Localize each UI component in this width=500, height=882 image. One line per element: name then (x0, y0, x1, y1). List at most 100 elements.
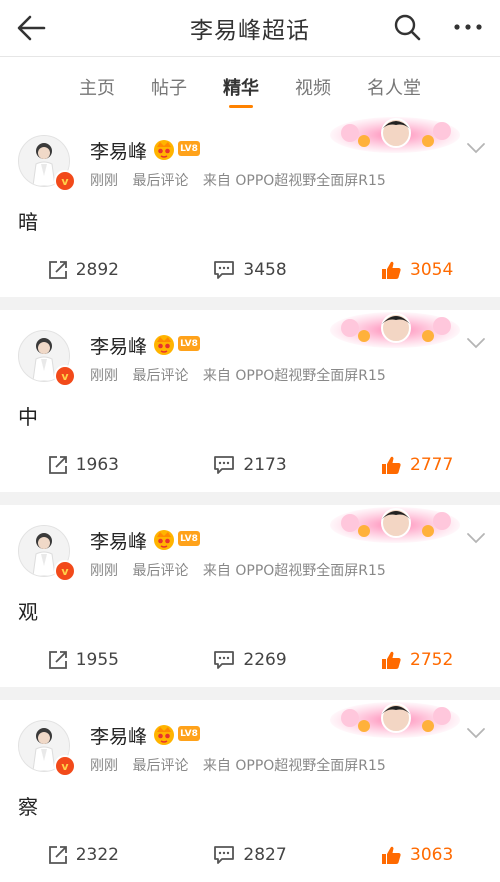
post-time: 刚刚 (90, 563, 118, 579)
verified-badge-icon: v (54, 560, 76, 582)
comment-icon (214, 456, 235, 474)
last-comment-label: 最后评论 (132, 173, 189, 189)
chevron-down-icon[interactable] (466, 141, 486, 155)
post-content[interactable]: 观 (18, 596, 38, 625)
last-comment-label: 最后评论 (132, 563, 189, 579)
level-badge: LV8 (178, 141, 200, 156)
post-feed: v 李易峰 LV8 刚刚 最后评论 来自 OPPO超视野全面屏R15 暗 289… (0, 115, 500, 882)
repost-button[interactable]: 1955 (0, 645, 167, 675)
post-card[interactable]: v 李易峰 LV8 刚刚 最后评论 来自 OPPO超视野全面屏R15 (0, 505, 500, 687)
tab-videos[interactable]: 视频 (295, 57, 331, 100)
like-button[interactable]: 2752 (333, 645, 500, 675)
crown-badge-icon (154, 140, 174, 160)
verified-badge-icon: v (54, 170, 76, 192)
post-time: 刚刚 (90, 758, 118, 774)
top-bar: 李易峰超话 (0, 0, 500, 56)
post-source: 来自 OPPO超视野全面屏R15 (202, 368, 386, 384)
like-button[interactable]: 3063 (333, 840, 500, 870)
like-count: 3054 (410, 260, 454, 280)
like-count: 2752 (410, 650, 454, 670)
comment-icon (214, 846, 235, 864)
verified-badge-icon: v (54, 755, 76, 777)
repost-count: 1955 (75, 650, 119, 670)
comment-count: 2269 (243, 650, 287, 670)
comment-button[interactable]: 2173 (167, 450, 334, 480)
search-icon[interactable] (392, 12, 422, 42)
thumbs-up-icon (382, 651, 401, 669)
fan-badge-decoration-icon (330, 117, 460, 153)
repost-icon (48, 261, 67, 279)
chevron-down-icon[interactable] (466, 531, 486, 545)
repost-button[interactable]: 2892 (0, 255, 167, 285)
post-content[interactable]: 暗 (18, 206, 38, 235)
crown-badge-icon (154, 530, 174, 550)
back-arrow-icon[interactable] (14, 12, 50, 44)
comment-count: 2173 (243, 455, 287, 475)
fan-badge-decoration-icon (330, 702, 460, 738)
thumbs-up-icon (382, 261, 401, 279)
author-name[interactable]: 李易峰 (90, 332, 147, 359)
post-source: 来自 OPPO超视野全面屏R15 (202, 758, 386, 774)
post-content[interactable]: 察 (18, 791, 38, 820)
tab-home[interactable]: 主页 (79, 57, 115, 100)
repost-icon (48, 651, 67, 669)
post-source: 来自 OPPO超视野全面屏R15 (202, 173, 386, 189)
post-card[interactable]: v 李易峰 LV8 刚刚 最后评论 来自 OPPO超视野全面屏R15 (0, 310, 500, 492)
verified-badge-icon: v (54, 365, 76, 387)
author-name[interactable]: 李易峰 (90, 722, 147, 749)
tab-bar: 主页 帖子 精华 视频 名人堂 (0, 56, 500, 115)
post-meta: 刚刚 最后评论 来自 OPPO超视野全面屏R15 (90, 560, 386, 580)
repost-icon (48, 846, 67, 864)
tab-posts[interactable]: 帖子 (151, 57, 187, 100)
post-card[interactable]: v 李易峰 LV8 刚刚 最后评论 来自 OPPO超视野全面屏R15 (0, 115, 500, 297)
post-actions: 1963 2173 2777 (0, 450, 500, 480)
more-options-icon[interactable] (450, 12, 486, 42)
post-time: 刚刚 (90, 368, 118, 384)
post-meta: 刚刚 最后评论 来自 OPPO超视野全面屏R15 (90, 365, 386, 385)
fan-badge-decoration-icon (330, 312, 460, 348)
level-badge: LV8 (178, 531, 200, 546)
comment-count: 3458 (243, 260, 287, 280)
level-badge: LV8 (178, 336, 200, 351)
like-count: 2777 (410, 455, 454, 475)
chevron-down-icon[interactable] (466, 726, 486, 740)
chevron-down-icon[interactable] (466, 336, 486, 350)
post-content[interactable]: 中 (18, 401, 38, 430)
post-meta: 刚刚 最后评论 来自 OPPO超视野全面屏R15 (90, 170, 386, 190)
thumbs-up-icon (382, 846, 401, 864)
tab-featured[interactable]: 精华 (223, 57, 259, 108)
tab-hall-of-fame[interactable]: 名人堂 (367, 57, 421, 100)
last-comment-label: 最后评论 (132, 368, 189, 384)
post-time: 刚刚 (90, 173, 118, 189)
repost-count: 2322 (75, 845, 119, 865)
post-actions: 2322 2827 3063 (0, 840, 500, 870)
crown-badge-icon (154, 335, 174, 355)
comment-button[interactable]: 2827 (167, 840, 334, 870)
repost-button[interactable]: 1963 (0, 450, 167, 480)
like-button[interactable]: 2777 (333, 450, 500, 480)
like-count: 3063 (410, 845, 454, 865)
comment-button[interactable]: 2269 (167, 645, 334, 675)
comment-count: 2827 (243, 845, 287, 865)
post-actions: 2892 3458 3054 (0, 255, 500, 285)
comment-icon (214, 261, 235, 279)
page-title: 李易峰超话 (190, 18, 310, 44)
repost-count: 2892 (75, 260, 119, 280)
author-name[interactable]: 李易峰 (90, 137, 147, 164)
level-badge: LV8 (178, 726, 200, 741)
post-card[interactable]: v 李易峰 LV8 刚刚 最后评论 来自 OPPO超视野全面屏R15 (0, 700, 500, 882)
like-button[interactable]: 3054 (333, 255, 500, 285)
fan-badge-decoration-icon (330, 507, 460, 543)
repost-button[interactable]: 2322 (0, 840, 167, 870)
repost-icon (48, 456, 67, 474)
post-source: 来自 OPPO超视野全面屏R15 (202, 563, 386, 579)
last-comment-label: 最后评论 (132, 758, 189, 774)
post-actions: 1955 2269 2752 (0, 645, 500, 675)
comment-icon (214, 651, 235, 669)
repost-count: 1963 (75, 455, 119, 475)
author-name[interactable]: 李易峰 (90, 527, 147, 554)
thumbs-up-icon (382, 456, 401, 474)
crown-badge-icon (154, 725, 174, 745)
comment-button[interactable]: 3458 (167, 255, 334, 285)
post-meta: 刚刚 最后评论 来自 OPPO超视野全面屏R15 (90, 755, 386, 775)
